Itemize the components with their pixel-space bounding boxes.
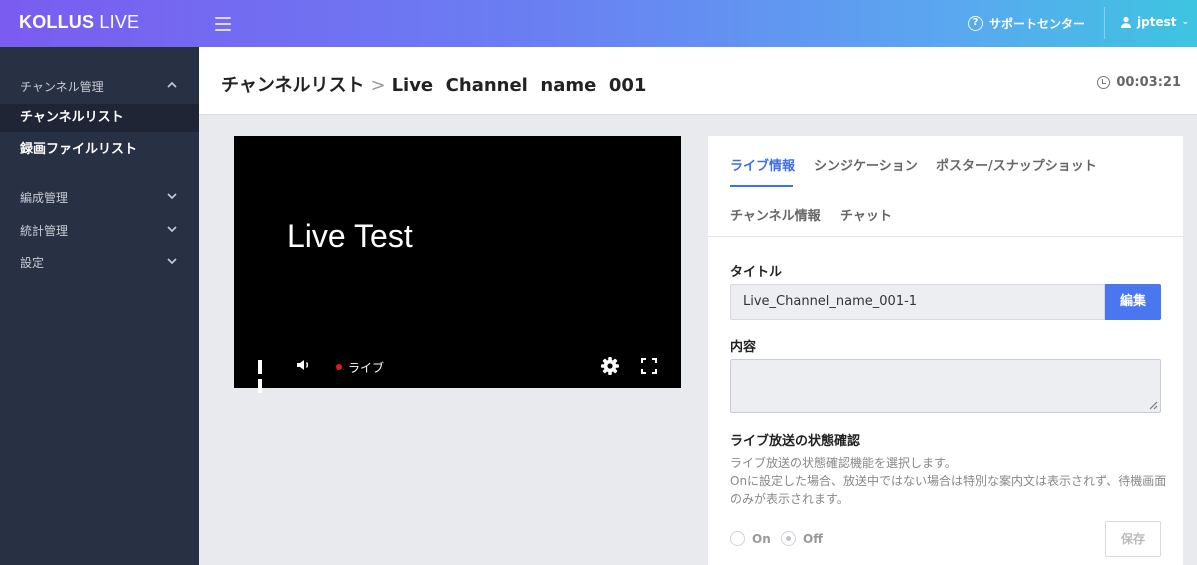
radio-circle-selected	[781, 531, 796, 546]
page-title: Live Channel name 001	[391, 75, 647, 96]
sidebar-group-label: 統計管理	[20, 224, 69, 238]
breadcrumb-separator: >	[370, 75, 386, 96]
gear-icon[interactable]	[601, 357, 619, 375]
video-overlay-text: Live Test	[287, 218, 413, 254]
elapsed-time-value: 00:03:21	[1116, 75, 1181, 90]
menu-toggle-icon[interactable]	[215, 17, 231, 31]
breadcrumb-parent[interactable]: チャンネルリスト	[221, 75, 364, 96]
live-label: ライブ	[348, 361, 385, 375]
title-label: タイトル	[730, 265, 783, 280]
resize-handle-icon[interactable]	[1148, 400, 1158, 410]
radio-circle	[730, 531, 745, 546]
user-icon	[1121, 16, 1131, 28]
sidebar-item-channel-list[interactable]: チャンネルリスト	[0, 104, 199, 132]
active-tab-underline	[730, 185, 793, 187]
tab-live-info[interactable]: ライブ情報	[730, 155, 795, 174]
volume-icon[interactable]	[296, 358, 312, 372]
tab-poster-snapshot[interactable]: ポスター/スナップショット	[936, 155, 1097, 174]
pause-icon[interactable]	[258, 359, 270, 393]
radio-on[interactable]: On	[730, 531, 771, 546]
chevron-down-icon: ⌄	[1181, 17, 1190, 27]
title-field[interactable]: Live_Channel_name_001-1	[730, 284, 1105, 320]
sidebar-group-label: 設定	[20, 256, 45, 270]
live-status-description: ライブ放送の状態確認機能を選択します。 Onに設定した場合、放送中ではない場合は…	[730, 454, 1170, 508]
sidebar-group-settings[interactable]: 設定	[20, 254, 180, 271]
tab-channel-info[interactable]: チャンネル情報	[730, 205, 821, 224]
kollus-live-logo[interactable]: KOLLUS LIVE	[19, 12, 139, 33]
chevron-down-icon	[167, 193, 177, 200]
chevron-up-icon	[167, 81, 177, 88]
breadcrumb: チャンネルリスト > Live Channel name 001	[221, 71, 646, 97]
tab-chat[interactable]: チャット	[840, 205, 892, 224]
radio-label: On	[752, 531, 771, 546]
edit-button[interactable]: 編集	[1105, 284, 1161, 320]
live-status-check-label: ライブ放送の状態確認	[730, 434, 861, 449]
sidebar-item-recording-files[interactable]: 録画ファイルリスト	[0, 136, 199, 164]
sidebar-group-label: 編成管理	[20, 191, 69, 205]
radio-off[interactable]: Off	[781, 531, 823, 546]
username: jptest	[1137, 15, 1177, 29]
sidebar-group-channel-management[interactable]: チャンネル管理	[20, 78, 180, 95]
video-player[interactable]: Live Test ライブ	[234, 136, 681, 393]
sidebar: チャンネル管理 チャンネルリスト 録画ファイルリスト 編成管理 統計管理 設定	[0, 47, 199, 565]
user-menu[interactable]: jptest ⌄	[1120, 15, 1189, 29]
question-icon: ?	[968, 16, 983, 31]
top-bar: KOLLUS LIVE ? サポートセンター jptest ⌄	[0, 0, 1197, 47]
live-info-panel: ライブ情報 シンジケーション ポスター/スナップショット チャンネル情報 チャッ…	[708, 136, 1183, 565]
live-indicator-dot	[336, 364, 342, 370]
description-line: ライブ放送の状態確認機能を選択します。	[730, 456, 957, 470]
tab-bar: ライブ情報 シンジケーション ポスター/スナップショット チャンネル情報 チャッ…	[708, 136, 1183, 237]
content-header: チャンネルリスト > Live Channel name 001 00:03:21	[199, 47, 1197, 115]
sidebar-group-label: チャンネル管理	[20, 80, 104, 94]
tab-syndication[interactable]: シンジケーション	[814, 155, 918, 174]
sidebar-item-label: 録画ファイルリスト	[20, 142, 138, 157]
header-divider	[1104, 7, 1105, 39]
chevron-down-icon	[167, 258, 177, 265]
radio-label: Off	[803, 531, 823, 546]
elapsed-time: 00:03:21	[1097, 75, 1181, 90]
fullscreen-icon[interactable]	[641, 358, 657, 374]
support-center-label: サポートセンター	[989, 17, 1086, 31]
content-textarea[interactable]	[730, 359, 1161, 413]
sidebar-group-statistics[interactable]: 統計管理	[20, 222, 180, 239]
save-button[interactable]: 保存	[1105, 521, 1161, 557]
clock-icon	[1097, 76, 1111, 89]
sidebar-group-scheduling[interactable]: 編成管理	[20, 189, 180, 206]
sidebar-item-label: チャンネルリスト	[20, 110, 124, 125]
chevron-down-icon	[167, 226, 177, 233]
support-center-link[interactable]: ? サポートセンター	[968, 15, 1085, 32]
description-line: Onに設定した場合、放送中ではない場合は特別な案内文は表示されず、待機画面のみが…	[730, 474, 1167, 506]
content-label: 内容	[730, 340, 757, 355]
